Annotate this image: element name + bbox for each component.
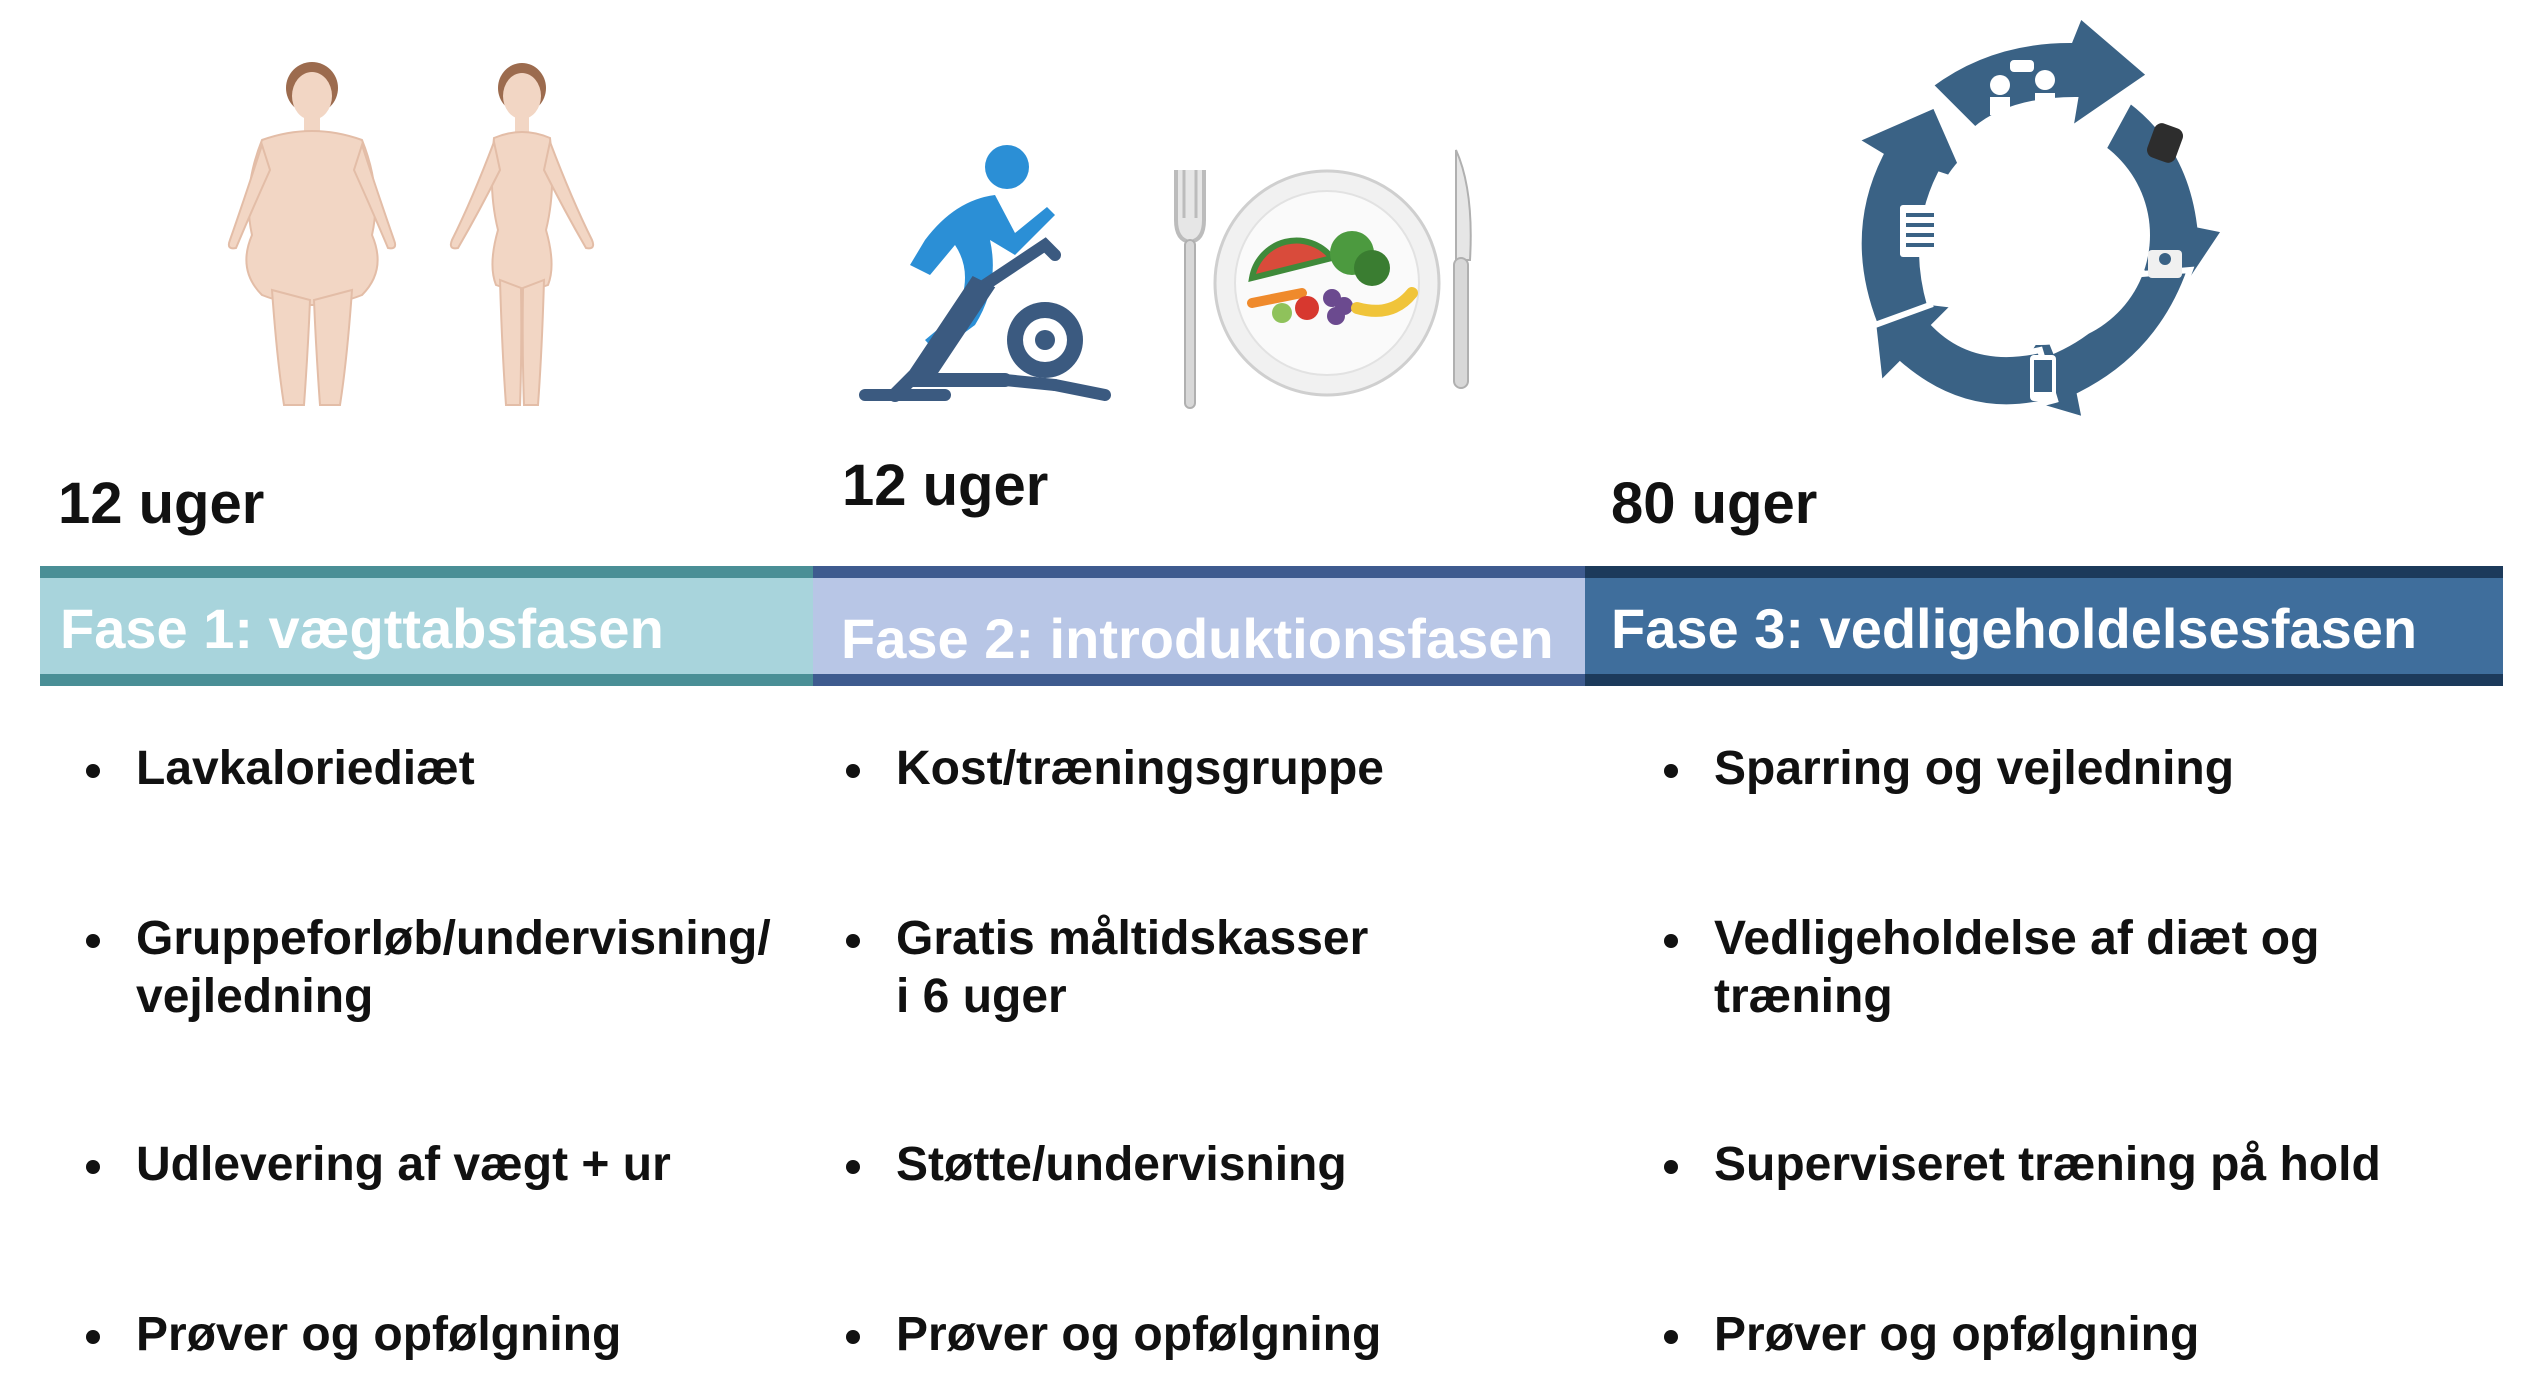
phase-2-weeks: 12 uger	[842, 453, 1049, 518]
phase-1-band: Fase 1: vægttabsfasen	[40, 566, 813, 686]
bullet-icon	[86, 934, 100, 948]
phase-3-band: Fase 3: vedligeholdelsesfasen	[1585, 566, 2503, 686]
phase-1-label: Fase 1: vægttabsfasen	[60, 597, 664, 660]
bullet-icon	[1664, 764, 1678, 778]
bullet-icon	[846, 764, 860, 778]
phase-2-label: Fase 2: introduktionsfasen	[841, 607, 1554, 670]
knife-icon	[1453, 149, 1472, 389]
bullet-icon	[86, 764, 100, 778]
scale-icon	[2148, 250, 2182, 278]
phase-2-band: Fase 2: introduktionsfasen	[813, 566, 1585, 686]
bullet-icon	[1664, 1160, 1678, 1174]
body-before-icon	[227, 62, 397, 406]
bullet-icon	[1664, 934, 1678, 948]
cycle-arrows-icon	[1848, 9, 2230, 425]
checklist-icon	[1900, 205, 1940, 257]
body-after-icon	[449, 63, 595, 406]
phase-1-weeks: 12 uger	[58, 471, 265, 536]
phase-3-weeks: 80 uger	[1611, 471, 1818, 536]
exercise-bike-icon	[859, 145, 1111, 402]
phase-3-label: Fase 3: vedligeholdelsesfasen	[1611, 597, 2418, 660]
bullet-icon	[86, 1160, 100, 1174]
smartphone-icon	[2030, 355, 2056, 401]
bullet-icon	[86, 1330, 100, 1344]
plate-of-vegetables-icon	[1213, 169, 1441, 397]
bullet-icon	[846, 1160, 860, 1174]
bullet-icon	[1664, 1330, 1678, 1344]
bullet-icon	[846, 934, 860, 948]
fork-icon	[1174, 170, 1206, 409]
bullet-icon	[846, 1330, 860, 1344]
